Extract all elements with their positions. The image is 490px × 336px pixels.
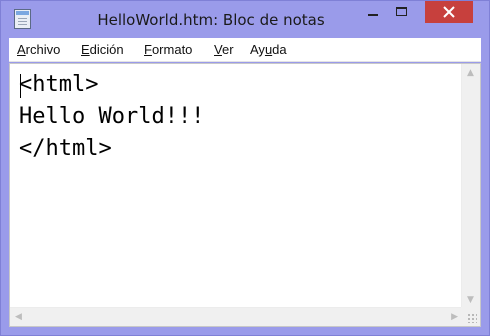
editor-text[interactable]: <html> Hello World!!! </html> bbox=[19, 69, 459, 165]
menu-bar: Archivo Edición Formato Ver Ayuda bbox=[9, 38, 481, 62]
menu-edicion[interactable]: Edición bbox=[79, 42, 126, 57]
minimize-icon bbox=[368, 14, 378, 16]
text-editor[interactable]: <html> Hello World!!! </html> ▲ ▼ ◀ ▶ bbox=[9, 63, 481, 327]
menu-ver[interactable]: Ver bbox=[212, 42, 236, 57]
menu-ayuda[interactable]: Ayuda bbox=[248, 42, 289, 57]
text-line: <html> bbox=[19, 72, 99, 97]
notepad-window: HelloWorld.htm: Bloc de notas Archivo Ed… bbox=[0, 0, 490, 336]
horizontal-scrollbar[interactable]: ◀ ▶ bbox=[10, 307, 463, 326]
resize-grip-icon[interactable] bbox=[467, 313, 477, 323]
text-caret bbox=[20, 74, 21, 98]
resize-corner[interactable] bbox=[461, 307, 480, 326]
minimize-button[interactable] bbox=[359, 1, 387, 23]
scroll-down-icon[interactable]: ▼ bbox=[467, 295, 474, 305]
text-line: </html> bbox=[19, 136, 112, 161]
window-title: HelloWorld.htm: Bloc de notas bbox=[97, 11, 325, 29]
vertical-scrollbar[interactable]: ▲ ▼ bbox=[461, 64, 480, 309]
menu-archivo[interactable]: Archivo bbox=[15, 42, 62, 57]
maximize-button[interactable] bbox=[387, 1, 415, 23]
scroll-left-icon[interactable]: ◀ bbox=[15, 312, 22, 322]
title-bar[interactable]: HelloWorld.htm: Bloc de notas bbox=[1, 1, 489, 37]
text-line: Hello World!!! bbox=[19, 104, 205, 129]
close-button[interactable] bbox=[425, 1, 473, 23]
close-icon bbox=[443, 6, 455, 18]
maximize-icon bbox=[396, 7, 407, 16]
scroll-up-icon[interactable]: ▲ bbox=[467, 68, 474, 78]
menu-formato[interactable]: Formato bbox=[142, 42, 194, 57]
scroll-right-icon[interactable]: ▶ bbox=[451, 312, 458, 322]
